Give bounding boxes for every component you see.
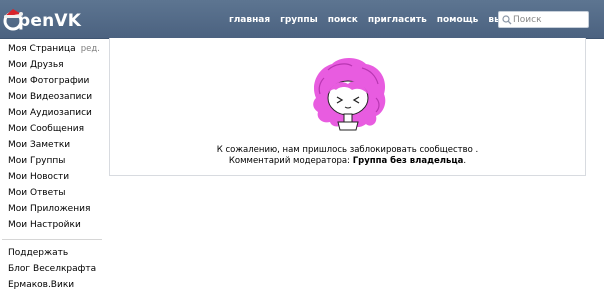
blocked-message: К сожалению, нам пришлось заблокировать …	[216, 145, 479, 155]
nav-invite[interactable]: пригласить	[363, 11, 432, 29]
search-input[interactable]	[513, 13, 585, 26]
sidebar-item-my-page[interactable]: Моя Страница ред.	[0, 41, 104, 57]
moderator-comment: Комментарий модератора: Группа без владе…	[110, 156, 585, 166]
nav-home[interactable]: главная	[224, 11, 275, 29]
moderator-comment-end: .	[463, 156, 467, 166]
sidebar-item-apps[interactable]: Мои Приложения	[0, 201, 104, 217]
sidebar-item-photos[interactable]: Мои Фотографии	[0, 73, 104, 89]
sidebar-item-audios[interactable]: Мои Аудиозаписи	[0, 105, 104, 121]
sidebar-item-answers[interactable]: Мои Ответы	[0, 185, 104, 201]
nav-groups[interactable]: группы	[275, 11, 323, 29]
sad-girl-illustration	[313, 58, 386, 131]
sidebar-item-news[interactable]: Мои Новости	[0, 169, 104, 185]
search-box[interactable]	[498, 11, 589, 28]
sidebar-item-friends[interactable]: Мои Друзья	[0, 57, 104, 73]
nav-search[interactable]: поиск	[323, 11, 363, 29]
edit-link[interactable]: ред.	[81, 41, 100, 57]
moderator-comment-value: Группа без владельца	[352, 156, 464, 166]
search-icon	[502, 15, 512, 25]
sidebar-item-notes[interactable]: Мои Заметки	[0, 137, 104, 153]
sidebar-item-donate[interactable]: Поддержать	[0, 245, 104, 261]
moderator-comment-label: Комментарий модератора:	[228, 156, 353, 166]
nav-help[interactable]: помощь	[432, 11, 484, 29]
logo-text: penVK	[18, 11, 82, 31]
top-nav: главная группы поиск пригласить помощь в…	[224, 11, 525, 29]
sidebar-item-groups[interactable]: Мои Группы	[0, 153, 104, 169]
sidebar-item-settings[interactable]: Мои Настройки	[0, 217, 104, 233]
sidebar-item-messages[interactable]: Мои Сообщения	[0, 121, 104, 137]
sidebar: Моя Страница ред. Мои Друзья Мои Фотогра…	[0, 41, 104, 293]
sidebar-divider	[2, 239, 102, 240]
top-header: penVK главная группы поиск пригласить по…	[0, 0, 604, 39]
sidebar-item-blog[interactable]: Блог Веселкрафта	[0, 261, 104, 277]
sidebar-item-videos[interactable]: Мои Видеозаписи	[0, 89, 104, 105]
blocked-community-panel: К сожалению, нам пришлось заблокировать …	[109, 38, 586, 176]
sidebar-item-label: Моя Страница	[8, 44, 76, 54]
sidebar-item-wiki[interactable]: Ермаков.Вики	[0, 277, 104, 293]
